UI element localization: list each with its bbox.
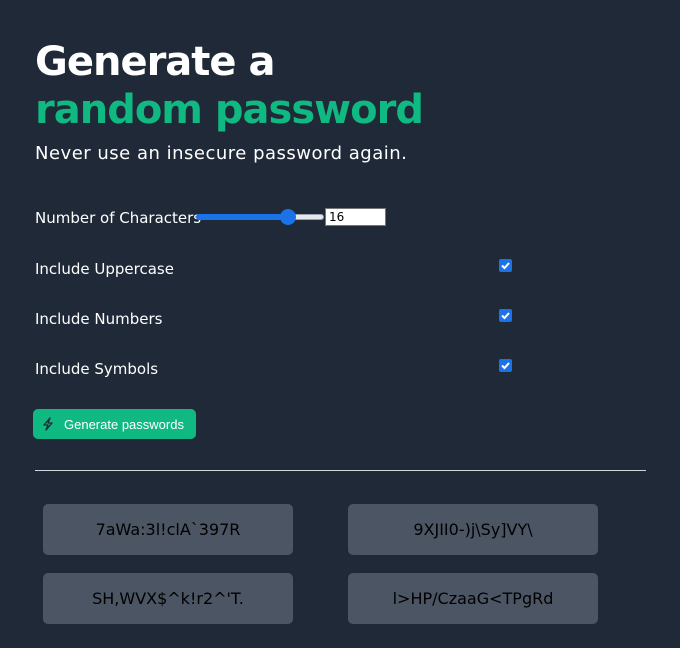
generate-button[interactable]: Generate passwords (33, 409, 196, 439)
numbers-label: Include Numbers (35, 310, 163, 328)
symbols-label: Include Symbols (35, 360, 159, 378)
password-box-1[interactable]: 7aWa:3l!clA`397R (43, 504, 293, 555)
length-slider[interactable] (196, 208, 324, 226)
title-line-2: random password (35, 87, 424, 133)
slider-thumb[interactable] (280, 209, 296, 225)
password-box-2[interactable]: 9XJII0-)j\Sy]VY\ (348, 504, 598, 555)
checkmark-icon (501, 312, 510, 320)
length-input[interactable]: 16 (325, 208, 386, 226)
divider (35, 470, 646, 471)
password-box-4[interactable]: l>HP/CzaaG<TPgRd (348, 573, 598, 624)
lightning-icon (43, 417, 53, 431)
title-line-1: Generate a (35, 39, 275, 85)
numbers-checkbox[interactable] (499, 309, 512, 322)
password-box-3[interactable]: SH,WVX$^k!r2^'T. (43, 573, 293, 624)
slider-fill (196, 214, 288, 220)
checkmark-icon (501, 262, 510, 270)
uppercase-checkbox[interactable] (499, 259, 512, 272)
length-label: Number of Characters (35, 209, 202, 227)
generate-button-label: Generate passwords (64, 416, 184, 432)
checkmark-icon (501, 362, 510, 370)
subtitle: Never use an insecure password again. (35, 143, 408, 164)
uppercase-label: Include Uppercase (35, 260, 174, 278)
symbols-checkbox[interactable] (499, 359, 512, 372)
